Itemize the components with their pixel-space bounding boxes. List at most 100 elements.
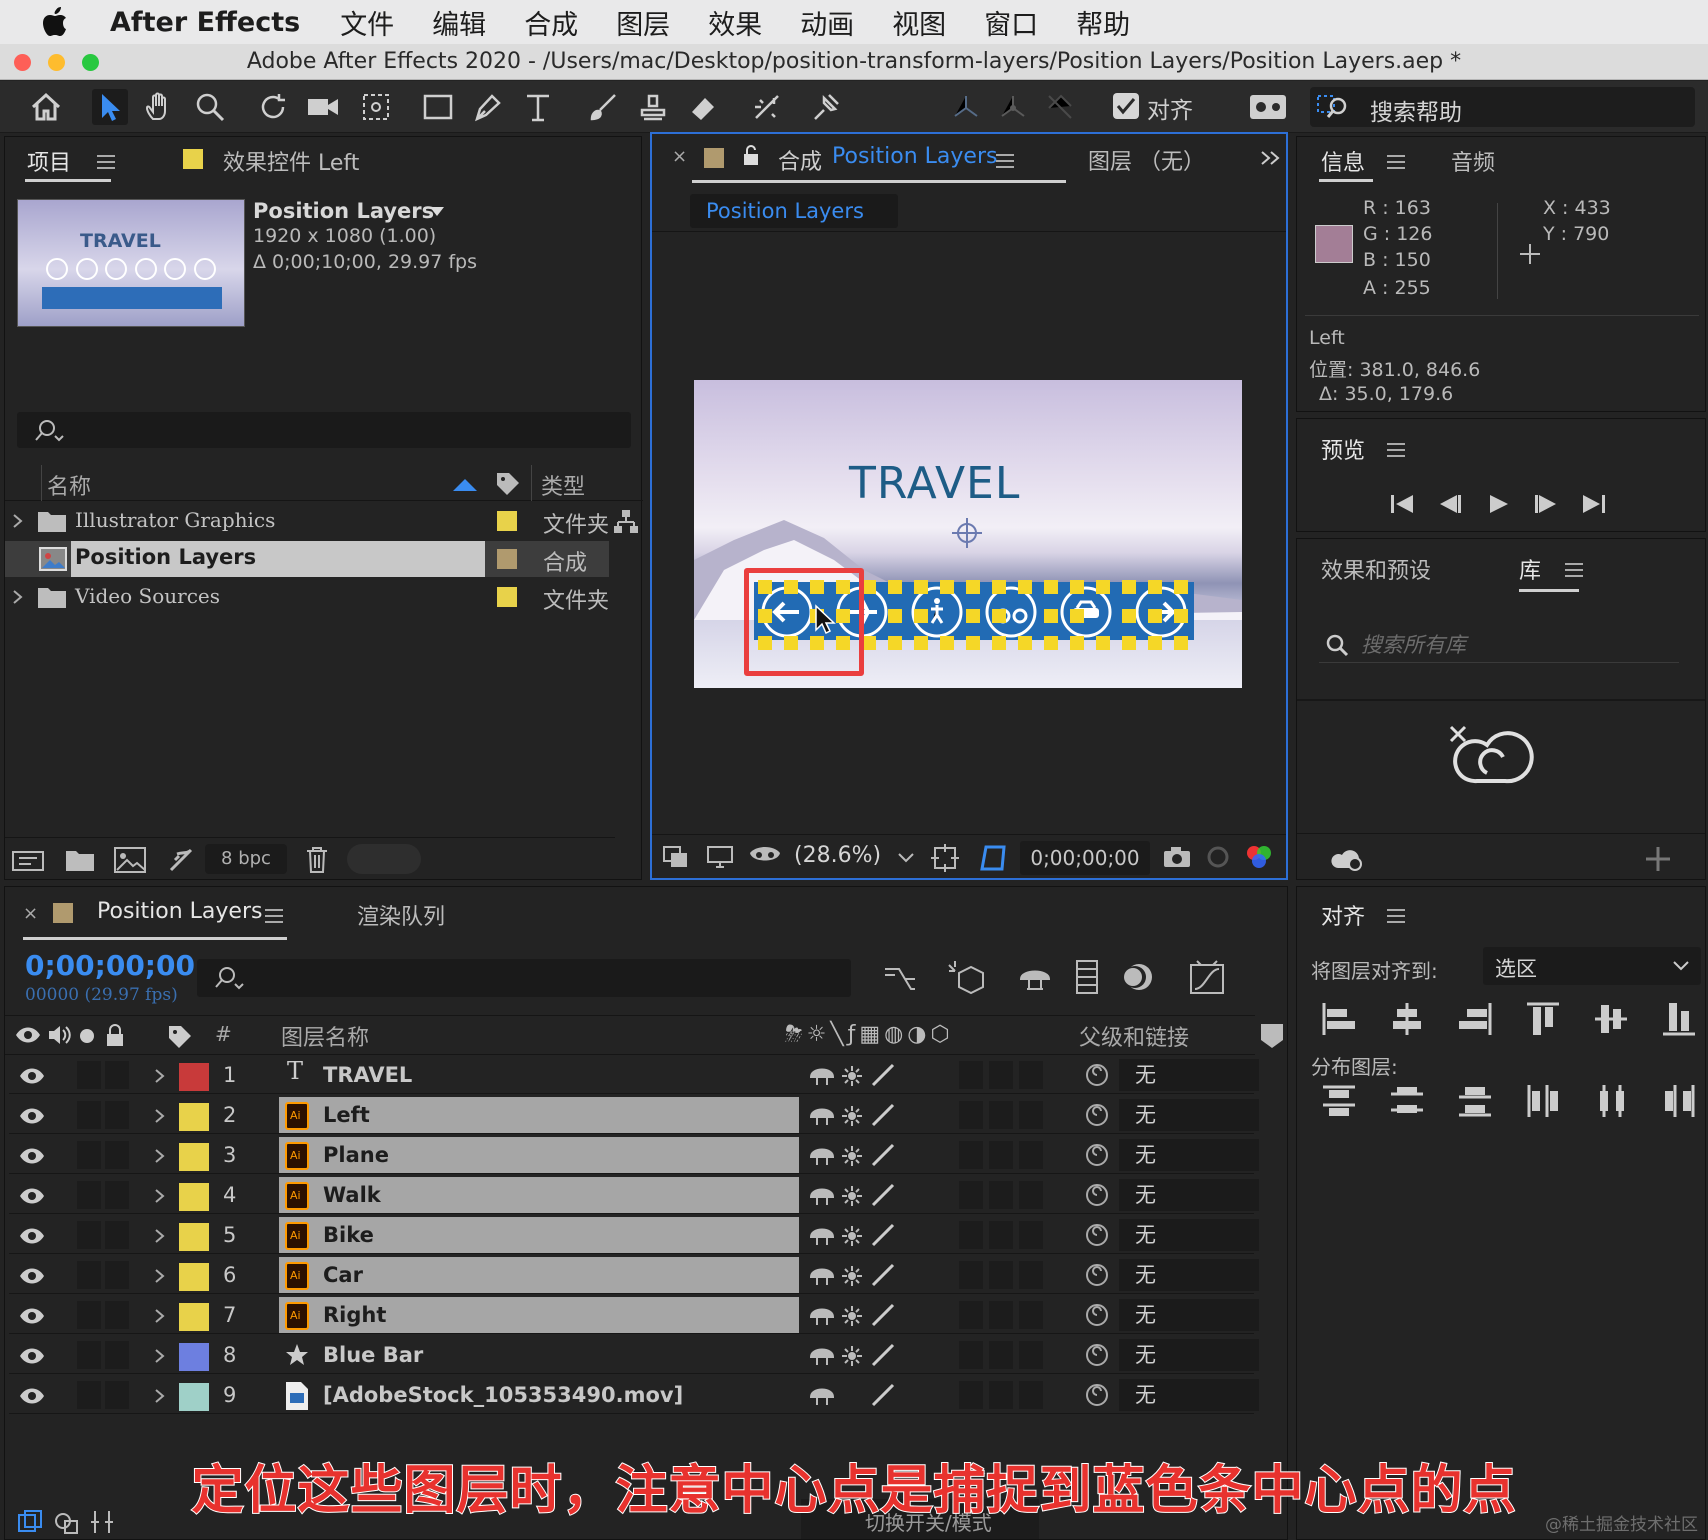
- parent-dropdown[interactable]: 无: [1119, 1219, 1259, 1251]
- label-swatch[interactable]: [497, 587, 517, 607]
- layer-label-swatch[interactable]: [179, 1143, 209, 1171]
- workspace-settings-icon[interactable]: [1248, 89, 1288, 125]
- chevron-right-icon[interactable]: [155, 1189, 165, 1203]
- parent-dropdown[interactable]: 无: [1119, 1179, 1259, 1211]
- solo-toggle[interactable]: [77, 1301, 101, 1329]
- layer-name[interactable]: Right: [323, 1297, 386, 1334]
- shy-switch-icon[interactable]: [809, 1145, 835, 1167]
- timeline-search-input[interactable]: [197, 959, 851, 997]
- collapse-switch-icon[interactable]: [841, 1145, 863, 1167]
- collapse-switch-icon[interactable]: [841, 1345, 863, 1367]
- lock-toggle[interactable]: [105, 1381, 129, 1409]
- visibility-eye-icon[interactable]: [19, 1307, 45, 1325]
- layer-name[interactable]: TRAVEL: [323, 1057, 412, 1094]
- column-layer-name[interactable]: 图层名称: [281, 1020, 369, 1052]
- label-swatch[interactable]: [497, 511, 517, 531]
- tab-layer-viewer[interactable]: 图层 （无）: [1088, 144, 1205, 176]
- menu-file[interactable]: 文件: [340, 3, 394, 42]
- align-menu-icon[interactable]: [1387, 909, 1405, 923]
- layer-label-swatch[interactable]: [179, 1383, 209, 1411]
- menu-composition[interactable]: 合成: [524, 3, 578, 42]
- lock-toggle[interactable]: [105, 1181, 129, 1209]
- parent-dropdown[interactable]: 无: [1119, 1339, 1259, 1371]
- close-tab-icon[interactable]: ×: [672, 146, 687, 167]
- chevron-right-icon[interactable]: [155, 1349, 165, 1363]
- parent-dropdown[interactable]: 无: [1119, 1299, 1259, 1331]
- roto-brush-tool-icon[interactable]: [750, 89, 786, 125]
- menu-animation[interactable]: 动画: [800, 3, 854, 42]
- composition-viewer-canvas[interactable]: TRAVEL: [694, 380, 1242, 688]
- layer-name[interactable]: Walk: [323, 1177, 381, 1214]
- align-checkbox[interactable]: [1113, 93, 1139, 119]
- shy-switch-icon[interactable]: [809, 1105, 835, 1127]
- parent-dropdown[interactable]: 无: [1119, 1059, 1259, 1091]
- pick-whip-icon[interactable]: [1085, 1383, 1109, 1407]
- tab-timeline[interactable]: Position Layers: [97, 899, 262, 924]
- zoom-window-button[interactable]: [82, 54, 99, 71]
- shy-switch-icon[interactable]: [809, 1385, 835, 1407]
- menu-view[interactable]: 视图: [892, 3, 946, 42]
- column-parent-link[interactable]: 父级和链接: [1079, 1020, 1189, 1052]
- layer-label-swatch[interactable]: [179, 1303, 209, 1331]
- project-search-input[interactable]: [17, 412, 631, 448]
- quality-switch-icon[interactable]: [871, 1223, 895, 1247]
- libraries-menu-icon[interactable]: [1565, 563, 1583, 577]
- project-menu-icon[interactable]: [97, 155, 115, 169]
- timeline-menu-icon[interactable]: [265, 909, 283, 923]
- layer-row[interactable]: 3 Ai Plane 无: [9, 1137, 1259, 1174]
- tab-libraries[interactable]: 库: [1519, 553, 1541, 585]
- layer-row[interactable]: 6 Ai Car 无: [9, 1257, 1259, 1294]
- lock-toggle[interactable]: [105, 1221, 129, 1249]
- chevron-right-icon[interactable]: [155, 1069, 165, 1083]
- layer-name[interactable]: Car: [323, 1257, 363, 1294]
- pick-whip-icon[interactable]: [1085, 1183, 1109, 1207]
- zoom-tool-icon[interactable]: [192, 89, 228, 125]
- pick-whip-icon[interactable]: [1085, 1223, 1109, 1247]
- pick-whip-icon[interactable]: [1085, 1303, 1109, 1327]
- layer-name[interactable]: Left: [323, 1097, 370, 1134]
- column-type[interactable]: 类型: [541, 469, 585, 501]
- world-axis-icon[interactable]: [995, 89, 1031, 125]
- layer-name[interactable]: Blue Bar: [323, 1337, 423, 1374]
- pen-tool-icon[interactable]: [470, 89, 506, 125]
- chevron-right-icon[interactable]: [155, 1109, 165, 1123]
- lock-toggle[interactable]: [105, 1101, 129, 1129]
- project-item-row[interactable]: Video Sources 文件夹: [5, 579, 643, 615]
- tab-render-queue[interactable]: 渲染队列: [357, 899, 445, 931]
- tab-info[interactable]: 信息: [1321, 145, 1365, 177]
- quality-switch-icon[interactable]: [871, 1103, 895, 1127]
- layer-row[interactable]: 2 Ai Left 无: [9, 1097, 1259, 1134]
- close-tab-icon[interactable]: ×: [23, 903, 38, 924]
- solo-toggle[interactable]: [77, 1061, 101, 1089]
- layer-row[interactable]: 1 T TRAVEL 无: [9, 1057, 1259, 1094]
- pan-behind-tool-icon[interactable]: [358, 89, 394, 125]
- visibility-eye-icon[interactable]: [19, 1347, 45, 1365]
- solo-toggle[interactable]: [77, 1381, 101, 1409]
- close-window-button[interactable]: [14, 54, 31, 71]
- pick-whip-icon[interactable]: [1085, 1143, 1109, 1167]
- rectangle-tool-icon[interactable]: [420, 89, 456, 125]
- shy-switch-icon[interactable]: [809, 1185, 835, 1207]
- menu-edit[interactable]: 编辑: [432, 3, 486, 42]
- visibility-eye-icon[interactable]: [19, 1187, 45, 1205]
- layer-name[interactable]: [AdobeStock_105353490.mov]: [323, 1377, 683, 1414]
- layer-row[interactable]: 8 Blue Bar 无: [9, 1337, 1259, 1374]
- menu-help[interactable]: 帮助: [1076, 3, 1130, 42]
- layer-label-swatch[interactable]: [179, 1183, 209, 1211]
- layer-row[interactable]: 5 Ai Bike 无: [9, 1217, 1259, 1254]
- quality-switch-icon[interactable]: [871, 1343, 895, 1367]
- clone-stamp-tool-icon[interactable]: [635, 89, 671, 125]
- app-menu[interactable]: After Effects: [110, 7, 300, 38]
- layer-label-swatch[interactable]: [179, 1223, 209, 1251]
- camera-tool-icon[interactable]: [305, 89, 341, 125]
- search-help-field[interactable]: 搜索帮助: [1310, 87, 1695, 127]
- menu-effect[interactable]: 效果: [708, 3, 762, 42]
- tab-align[interactable]: 对齐: [1321, 899, 1365, 931]
- chevron-right-icon[interactable]: [155, 1229, 165, 1243]
- tab-audio[interactable]: 音频: [1451, 145, 1495, 177]
- visibility-eye-icon[interactable]: [19, 1387, 45, 1405]
- column-name[interactable]: 名称: [47, 469, 91, 501]
- collapse-switch-icon[interactable]: [841, 1105, 863, 1127]
- comp-breadcrumb[interactable]: Position Layers: [690, 194, 898, 228]
- menu-window[interactable]: 窗口: [984, 3, 1038, 42]
